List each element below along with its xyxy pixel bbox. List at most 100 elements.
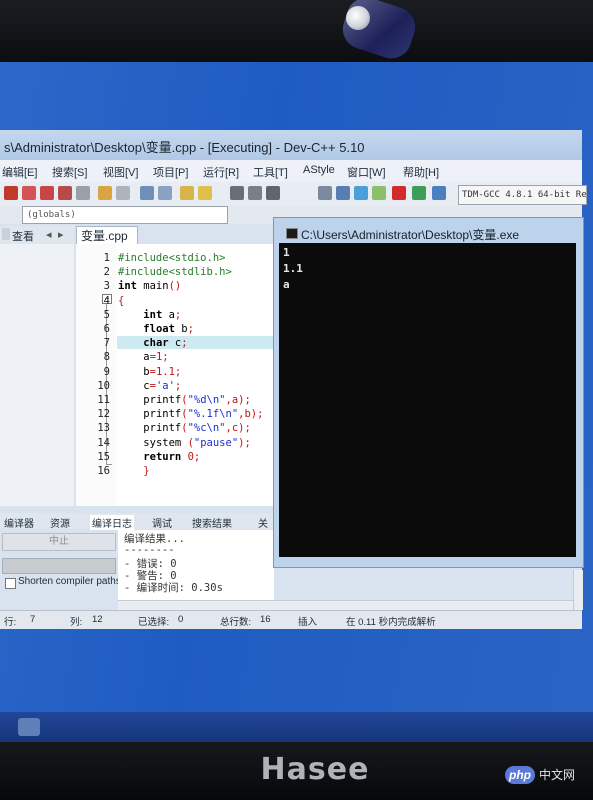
find-icon[interactable]: [140, 186, 154, 200]
code-token: char: [143, 337, 169, 350]
console-output-area[interactable]: [279, 243, 576, 557]
undo-icon[interactable]: [98, 186, 112, 200]
tab-prev-arrow-icon[interactable]: ◂: [46, 228, 52, 241]
save-icon[interactable]: [40, 186, 54, 200]
stop-icon[interactable]: [392, 186, 406, 200]
taskbar-button[interactable]: [18, 718, 40, 736]
menu-tools[interactable]: 工具[T]: [253, 164, 288, 180]
code-line[interactable]: #include<stdio.h>: [118, 252, 225, 264]
toggle-comment-icon[interactable]: [266, 186, 280, 200]
menu-astyle[interactable]: AStyle: [303, 164, 335, 176]
menu-search[interactable]: 搜索[S]: [52, 164, 87, 180]
menu-project[interactable]: 项目[P]: [153, 164, 188, 180]
replace-icon[interactable]: [158, 186, 172, 200]
print-icon[interactable]: [76, 186, 90, 200]
unindent-icon[interactable]: [248, 186, 262, 200]
code-line[interactable]: float b;: [118, 323, 194, 335]
menu-edit[interactable]: 编辑[E]: [2, 164, 37, 180]
rebuild-icon[interactable]: [354, 186, 368, 200]
code-token: a: [162, 308, 175, 321]
menu-help[interactable]: 帮助[H]: [403, 164, 439, 180]
run-icon[interactable]: [318, 186, 332, 200]
log-line: --------: [124, 544, 175, 556]
tab-debug[interactable]: 调试: [152, 515, 172, 530]
redo-icon[interactable]: [116, 186, 130, 200]
compiler-select[interactable]: TDM-GCC 4.8.1 64-bit Release: [458, 185, 587, 205]
title-bar[interactable]: s\Administrator\Desktop\变量.cpp - [Execut…: [0, 130, 582, 160]
project-tab-stub[interactable]: [2, 228, 10, 240]
tab-resources[interactable]: 资源: [50, 515, 70, 530]
code-line[interactable]: b=1.1;: [118, 366, 181, 378]
code-token: return: [143, 450, 182, 463]
code-token: "%d\n": [187, 394, 226, 406]
tab-close[interactable]: 关: [258, 515, 268, 530]
status-row: 7: [30, 614, 36, 625]
code-line[interactable]: printf("%.1f\n",b);: [118, 408, 263, 420]
usb-drive-cap-icon: [346, 6, 370, 30]
status-selected-label: 已选择:: [138, 617, 170, 628]
status-selected: 0: [178, 614, 184, 625]
code-line[interactable]: a=1;: [118, 351, 168, 363]
abort-button[interactable]: 中止: [2, 533, 116, 551]
code-line[interactable]: {: [118, 295, 124, 307]
code-line[interactable]: printf("%d\n",a);: [118, 394, 251, 406]
code-line[interactable]: system ("pause");: [118, 437, 251, 449]
watermark-text: 中文网: [539, 768, 576, 782]
tab-next-arrow-icon[interactable]: ▸: [58, 228, 64, 241]
code-token: c: [168, 337, 182, 350]
scope-select[interactable]: (globals): [22, 206, 228, 224]
code-token: );: [238, 436, 251, 449]
code-token: 1.1: [155, 365, 175, 378]
shorten-paths-checkbox[interactable]: [5, 578, 16, 589]
code-line[interactable]: #include<stdlib.h>: [118, 266, 232, 278]
compile-progress-bar: [2, 558, 116, 574]
code-token: ;: [193, 450, 201, 463]
chart-icon[interactable]: [412, 186, 426, 200]
debug-icon[interactable]: [432, 186, 446, 200]
line-number: 12: [97, 408, 110, 421]
code-line[interactable]: char c;: [118, 337, 188, 350]
tab-search-results[interactable]: 搜索结果: [192, 515, 232, 530]
tab-compile-log[interactable]: 编译日志: [90, 515, 134, 530]
status-total: 16: [260, 614, 271, 625]
code-line[interactable]: }: [118, 465, 149, 477]
goto-icon[interactable]: [180, 186, 194, 200]
compile-run-icon[interactable]: [336, 186, 350, 200]
compile-icon[interactable]: [198, 186, 212, 200]
editor-file-tab[interactable]: 变量.cpp: [76, 226, 138, 245]
code-token: ;: [181, 337, 188, 350]
code-line[interactable]: return 0;: [118, 451, 200, 463]
watermark-badge: php: [505, 766, 535, 784]
menu-run[interactable]: 运行[R]: [203, 164, 239, 180]
code-token: ,b);: [238, 408, 264, 421]
code-token: main: [136, 280, 169, 293]
code-token: {: [118, 294, 125, 307]
code-line[interactable]: c='a';: [118, 380, 181, 392]
code-line[interactable]: printf("%c\n",c);: [118, 422, 251, 434]
code-line[interactable]: int main(): [118, 280, 181, 292]
indent-icon[interactable]: [230, 186, 244, 200]
save-all-icon[interactable]: [58, 186, 72, 200]
open-icon[interactable]: [22, 186, 36, 200]
project-panel[interactable]: [0, 244, 74, 506]
code-token: ;: [187, 323, 194, 335]
console-output-line: 1: [283, 246, 290, 259]
vertical-scrollbar[interactable]: [573, 570, 583, 610]
tab-view[interactable]: 查看: [12, 228, 34, 244]
compile-log: 编译结果... -------- - 错误: 0 - 警告: 0 - 编译时间:…: [118, 530, 274, 600]
line-number: 7: [103, 337, 110, 350]
menu-view[interactable]: 视图[V]: [103, 164, 138, 180]
new-file-icon[interactable]: [4, 186, 18, 200]
horizontal-scrollbar[interactable]: [118, 600, 574, 610]
code-line[interactable]: int a;: [118, 309, 181, 321]
check-icon[interactable]: [372, 186, 386, 200]
status-total-label: 总行数:: [220, 617, 252, 628]
tab-compiler[interactable]: 编译器: [4, 515, 34, 530]
menu-window[interactable]: 窗口[W]: [347, 164, 386, 180]
code-token: int: [118, 280, 137, 293]
